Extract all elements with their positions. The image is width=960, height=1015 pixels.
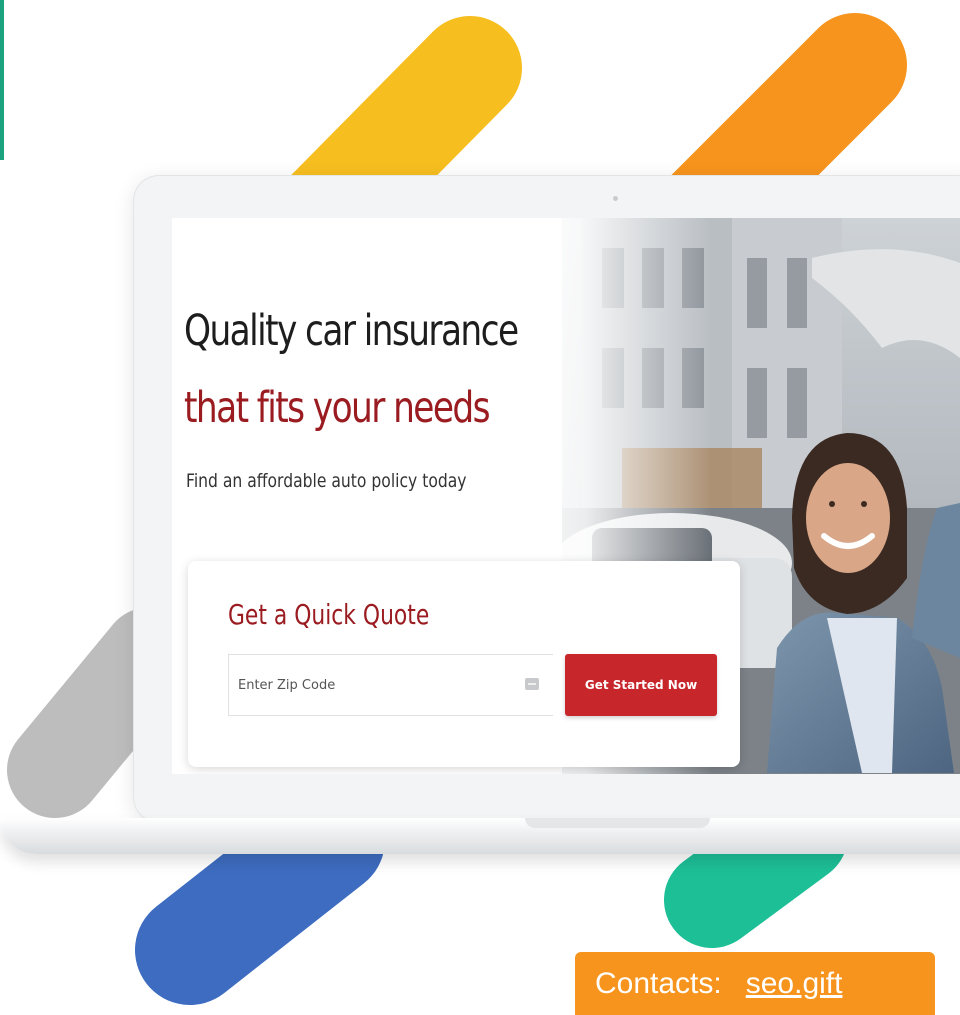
contacts-label: Contacts: xyxy=(595,966,722,1000)
quick-quote-title: Get a Quick Quote xyxy=(228,598,430,631)
hero-headline-accent: that fits your needs xyxy=(184,383,491,433)
webcam-dot xyxy=(613,196,618,201)
get-started-button[interactable]: Get Started Now xyxy=(565,654,717,716)
contacts-link[interactable]: seo.gift xyxy=(746,967,843,1001)
laptop-base xyxy=(0,818,960,854)
contacts-banner: Contacts: seo.gift xyxy=(575,952,935,1015)
blue-stripe xyxy=(135,785,385,1005)
promo-canvas: Quality car insurance that fits your nee… xyxy=(0,0,960,1015)
zip-code-field[interactable] xyxy=(228,654,553,716)
hero-headline: Quality car insurance xyxy=(184,306,519,356)
zip-code-input[interactable] xyxy=(229,655,519,715)
keyboard-icon xyxy=(525,678,539,690)
laptop-base-notch xyxy=(525,818,710,828)
laptop-screen: Quality car insurance that fits your nee… xyxy=(172,218,960,774)
hero-subheadline: Find an affordable auto policy today xyxy=(186,470,467,492)
quick-quote-card: Get a Quick Quote Get Started Now xyxy=(188,561,740,767)
